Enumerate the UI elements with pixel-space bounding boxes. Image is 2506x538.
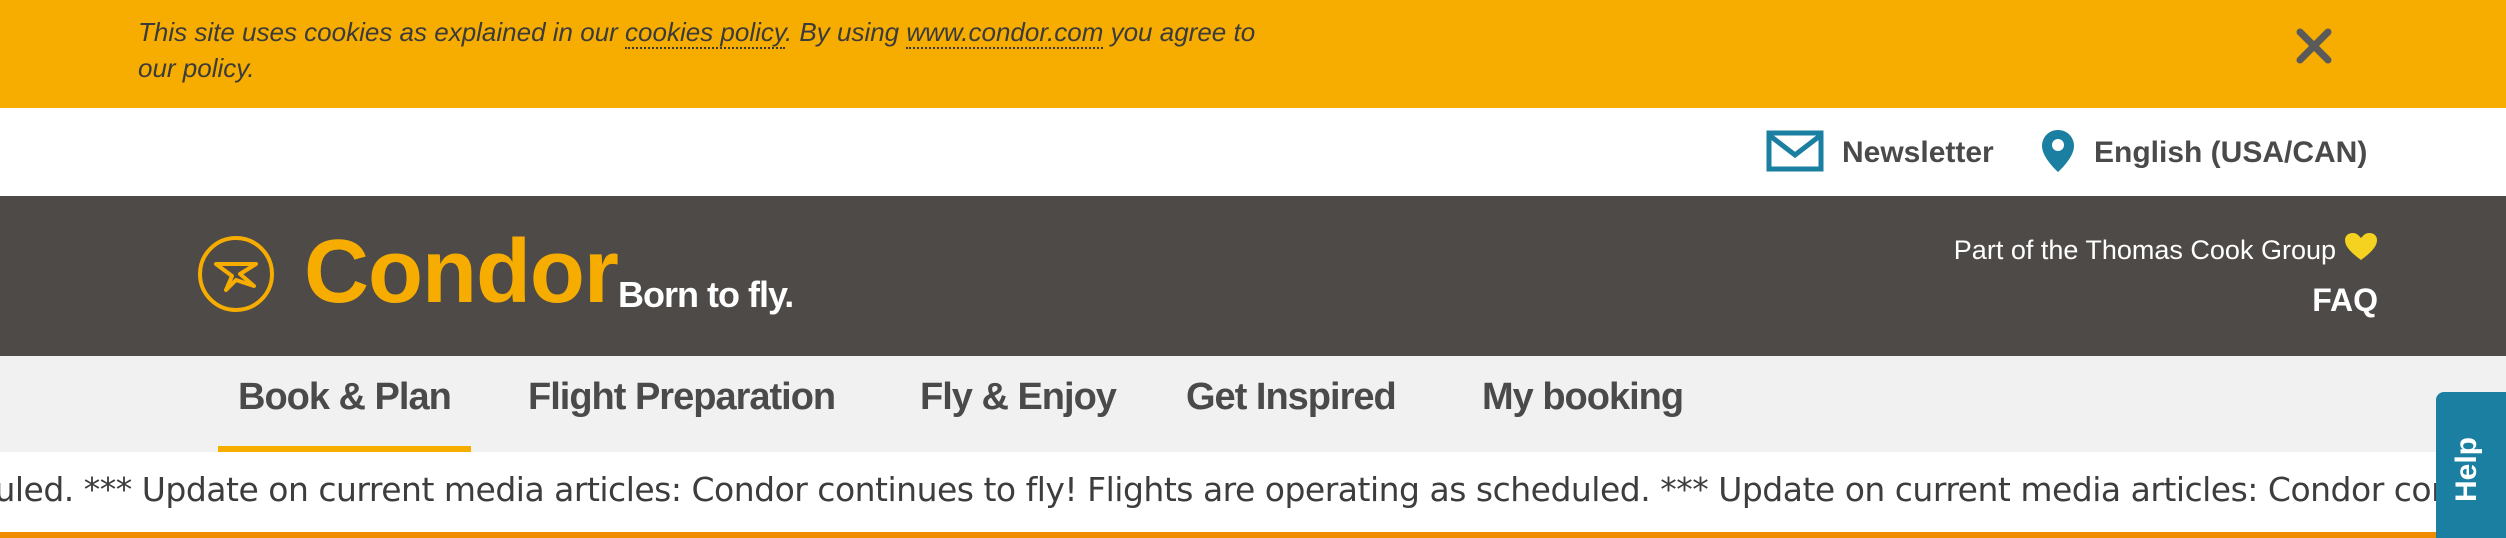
location-pin-icon [2040, 128, 2076, 179]
site-header: Condor Born to fly. Part of the Thomas C… [0, 196, 2506, 356]
cookie-message: This site uses cookies as explained in o… [138, 14, 1258, 86]
nav-item-my-booking[interactable]: My booking [1462, 376, 1703, 452]
heart-icon [2344, 232, 2378, 269]
tagline: Born to fly. [618, 274, 794, 315]
language-label: English (USA/CAN) [2094, 136, 2368, 169]
news-ticker[interactable]: duled. *** Update on current media artic… [0, 452, 2506, 532]
nav-item-get-inspired[interactable]: Get Inspired [1166, 376, 1416, 452]
site-link[interactable]: www.condor.com [906, 17, 1104, 49]
brand-name[interactable]: Condor [304, 220, 619, 324]
utility-bar: Newsletter English (USA/CAN) [0, 108, 2506, 196]
help-label: Help [2450, 436, 2483, 502]
cookie-banner: This site uses cookies as explained in o… [0, 0, 2506, 108]
language-selector[interactable]: English (USA/CAN) [2040, 128, 2368, 179]
group-affiliation: Part of the Thomas Cook Group [1954, 232, 2378, 269]
nav-item-fly-enjoy[interactable]: Fly & Enjoy [900, 376, 1136, 452]
ticker-text: duled. *** Update on current media artic… [0, 470, 2506, 509]
nav-item-book-plan[interactable]: Book & Plan [218, 376, 471, 452]
close-icon[interactable] [2292, 24, 2336, 68]
cookie-text-middle: . By using [784, 17, 907, 47]
main-navigation: Book & Plan Flight Preparation Fly & Enj… [0, 356, 2506, 452]
condor-logo-icon[interactable] [196, 234, 276, 314]
help-button[interactable]: Help [2436, 392, 2506, 538]
newsletter-label: Newsletter [1842, 136, 1994, 169]
cookie-text-before: This site uses cookies as explained in o… [138, 17, 626, 47]
ticker-divider [0, 532, 2506, 538]
cookies-policy-link[interactable]: cookies policy [625, 17, 785, 49]
group-text: Part of the Thomas Cook Group [1953, 235, 2336, 265]
envelope-icon [1766, 130, 1824, 177]
nav-item-flight-preparation[interactable]: Flight Preparation [508, 376, 855, 452]
faq-link[interactable]: FAQ [2312, 282, 2378, 319]
newsletter-link[interactable]: Newsletter [1766, 130, 1994, 176]
